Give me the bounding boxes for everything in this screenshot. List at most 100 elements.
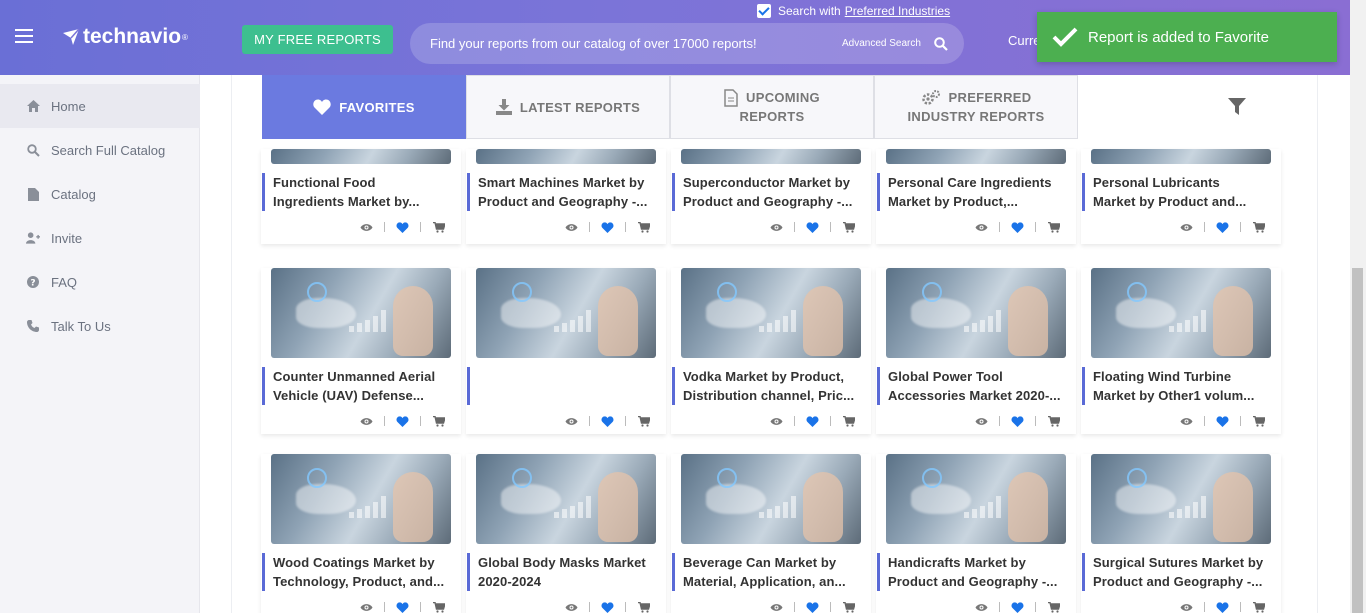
report-card[interactable]: Personal Care Ingredients Market by Produ…	[876, 149, 1076, 244]
favorite-heart-icon[interactable]	[395, 415, 410, 427]
sidebar-item-invite[interactable]: Invite	[0, 216, 200, 260]
cart-icon[interactable]	[1046, 221, 1061, 233]
report-card[interactable]: Global Body Masks Market 2020-2024	[466, 454, 666, 613]
report-card[interactable]	[466, 268, 666, 434]
report-thumbnail[interactable]	[271, 268, 451, 358]
report-title[interactable]: Personal Lubricants Market by Product and…	[1082, 173, 1277, 211]
report-title[interactable]: Global Body Masks Market 2020-2024	[467, 553, 662, 591]
search-placeholder[interactable]: Find your reports from our catalog of ov…	[430, 36, 757, 51]
report-thumbnail[interactable]	[1091, 454, 1271, 544]
report-card[interactable]: Smart Machines Market by Product and Geog…	[466, 149, 666, 244]
cart-icon[interactable]	[1251, 601, 1266, 613]
favorite-heart-icon[interactable]	[395, 221, 410, 233]
advanced-search-link[interactable]: Advanced Search	[842, 38, 921, 49]
sidebar-item-home[interactable]: Home	[0, 84, 200, 128]
report-title[interactable]: Personal Care Ingredients Market by Produ…	[877, 173, 1072, 211]
report-thumbnail[interactable]	[476, 454, 656, 544]
report-card[interactable]: Counter Unmanned Aerial Vehicle (UAV) Def…	[261, 268, 461, 434]
preferred-checkbox[interactable]	[757, 4, 771, 18]
favorite-heart-icon[interactable]	[1215, 415, 1230, 427]
report-card[interactable]: Personal Lubricants Market by Product and…	[1081, 149, 1281, 244]
view-icon[interactable]	[564, 601, 579, 613]
report-card[interactable]: Wood Coatings Market by Technology, Produ…	[261, 454, 461, 613]
report-thumbnail[interactable]	[1091, 149, 1271, 164]
favorite-heart-icon[interactable]	[1010, 601, 1025, 613]
favorite-heart-icon[interactable]	[805, 415, 820, 427]
cart-icon[interactable]	[431, 221, 446, 233]
favorite-heart-icon[interactable]	[395, 601, 410, 613]
cart-icon[interactable]	[841, 601, 856, 613]
sidebar-item-search-full-catalog[interactable]: Search Full Catalog	[0, 128, 200, 172]
favorite-heart-icon[interactable]	[1010, 221, 1025, 233]
logo[interactable]: technavio ®	[62, 25, 188, 49]
favorite-heart-icon[interactable]	[600, 601, 615, 613]
cart-icon[interactable]	[431, 415, 446, 427]
favorite-heart-icon[interactable]	[1010, 415, 1025, 427]
report-thumbnail[interactable]	[886, 268, 1066, 358]
my-free-reports-button[interactable]: MY FREE REPORTS	[242, 25, 393, 54]
report-title[interactable]: Beverage Can Market by Material, Applicat…	[672, 553, 867, 591]
cart-icon[interactable]	[636, 415, 651, 427]
report-title[interactable]: Superconductor Market by Product and Geog…	[672, 173, 867, 211]
view-icon[interactable]	[359, 221, 374, 233]
report-title[interactable]: Functional Food Ingredients Market by...	[262, 173, 457, 211]
cart-icon[interactable]	[1046, 415, 1061, 427]
favorite-heart-icon[interactable]	[1215, 221, 1230, 233]
search-icon[interactable]	[934, 37, 948, 51]
cart-icon[interactable]	[1251, 221, 1266, 233]
currency-selector[interactable]: Curre	[1008, 33, 1041, 48]
favorite-heart-icon[interactable]	[600, 415, 615, 427]
report-title[interactable]: Global Power Tool Accessories Market 2020…	[877, 367, 1072, 405]
sidebar-item-talk-to-us[interactable]: Talk To Us	[0, 304, 200, 348]
report-thumbnail[interactable]	[681, 149, 861, 164]
view-icon[interactable]	[1179, 221, 1194, 233]
preferred-industries-toggle[interactable]: Search with Preferred Industries	[757, 4, 950, 18]
report-title[interactable]: Vodka Market by Product, Distribution cha…	[672, 367, 867, 405]
report-thumbnail[interactable]	[271, 149, 451, 164]
sidebar-item-faq[interactable]: ? FAQ	[0, 260, 200, 304]
report-card[interactable]: Beverage Can Market by Material, Applicat…	[671, 454, 871, 613]
view-icon[interactable]	[564, 221, 579, 233]
report-thumbnail[interactable]	[271, 454, 451, 544]
report-title[interactable]: Counter Unmanned Aerial Vehicle (UAV) Def…	[262, 367, 457, 405]
search-bar[interactable]: Find your reports from our catalog of ov…	[410, 23, 964, 64]
report-title[interactable]	[467, 367, 662, 405]
report-thumbnail[interactable]	[886, 149, 1066, 164]
report-title[interactable]: Smart Machines Market by Product and Geog…	[467, 173, 662, 211]
report-title[interactable]: Handicrafts Market by Product and Geograp…	[877, 553, 1072, 591]
report-card[interactable]: Floating Wind Turbine Market by Other1 vo…	[1081, 268, 1281, 434]
favorite-heart-icon[interactable]	[805, 221, 820, 233]
report-card[interactable]: Vodka Market by Product, Distribution cha…	[671, 268, 871, 434]
view-icon[interactable]	[974, 221, 989, 233]
cart-icon[interactable]	[841, 415, 856, 427]
preferred-industries-link[interactable]: Preferred Industries	[845, 4, 950, 18]
view-icon[interactable]	[1179, 601, 1194, 613]
view-icon[interactable]	[974, 415, 989, 427]
view-icon[interactable]	[769, 601, 784, 613]
view-icon[interactable]	[769, 221, 784, 233]
report-title[interactable]: Wood Coatings Market by Technology, Produ…	[262, 553, 457, 591]
report-title[interactable]: Floating Wind Turbine Market by Other1 vo…	[1082, 367, 1277, 405]
menu-icon[interactable]	[15, 29, 33, 43]
cart-icon[interactable]	[636, 601, 651, 613]
favorite-heart-icon[interactable]	[1215, 601, 1230, 613]
cart-icon[interactable]	[841, 221, 856, 233]
cart-icon[interactable]	[1046, 601, 1061, 613]
report-card[interactable]: Global Power Tool Accessories Market 2020…	[876, 268, 1076, 434]
report-card[interactable]: Handicrafts Market by Product and Geograp…	[876, 454, 1076, 613]
view-icon[interactable]	[359, 415, 374, 427]
report-thumbnail[interactable]	[1091, 268, 1271, 358]
favorite-heart-icon[interactable]	[805, 601, 820, 613]
view-icon[interactable]	[359, 601, 374, 613]
report-thumbnail[interactable]	[681, 268, 861, 358]
sidebar-item-catalog[interactable]: Catalog	[0, 172, 200, 216]
report-card[interactable]: Superconductor Market by Product and Geog…	[671, 149, 871, 244]
view-icon[interactable]	[564, 415, 579, 427]
cart-icon[interactable]	[1251, 415, 1266, 427]
report-thumbnail[interactable]	[886, 454, 1066, 544]
report-title[interactable]: Surgical Sutures Market by Product and Ge…	[1082, 553, 1277, 591]
report-thumbnail[interactable]	[681, 454, 861, 544]
report-thumbnail[interactable]	[476, 149, 656, 164]
report-thumbnail[interactable]	[476, 268, 656, 358]
cart-icon[interactable]	[636, 221, 651, 233]
